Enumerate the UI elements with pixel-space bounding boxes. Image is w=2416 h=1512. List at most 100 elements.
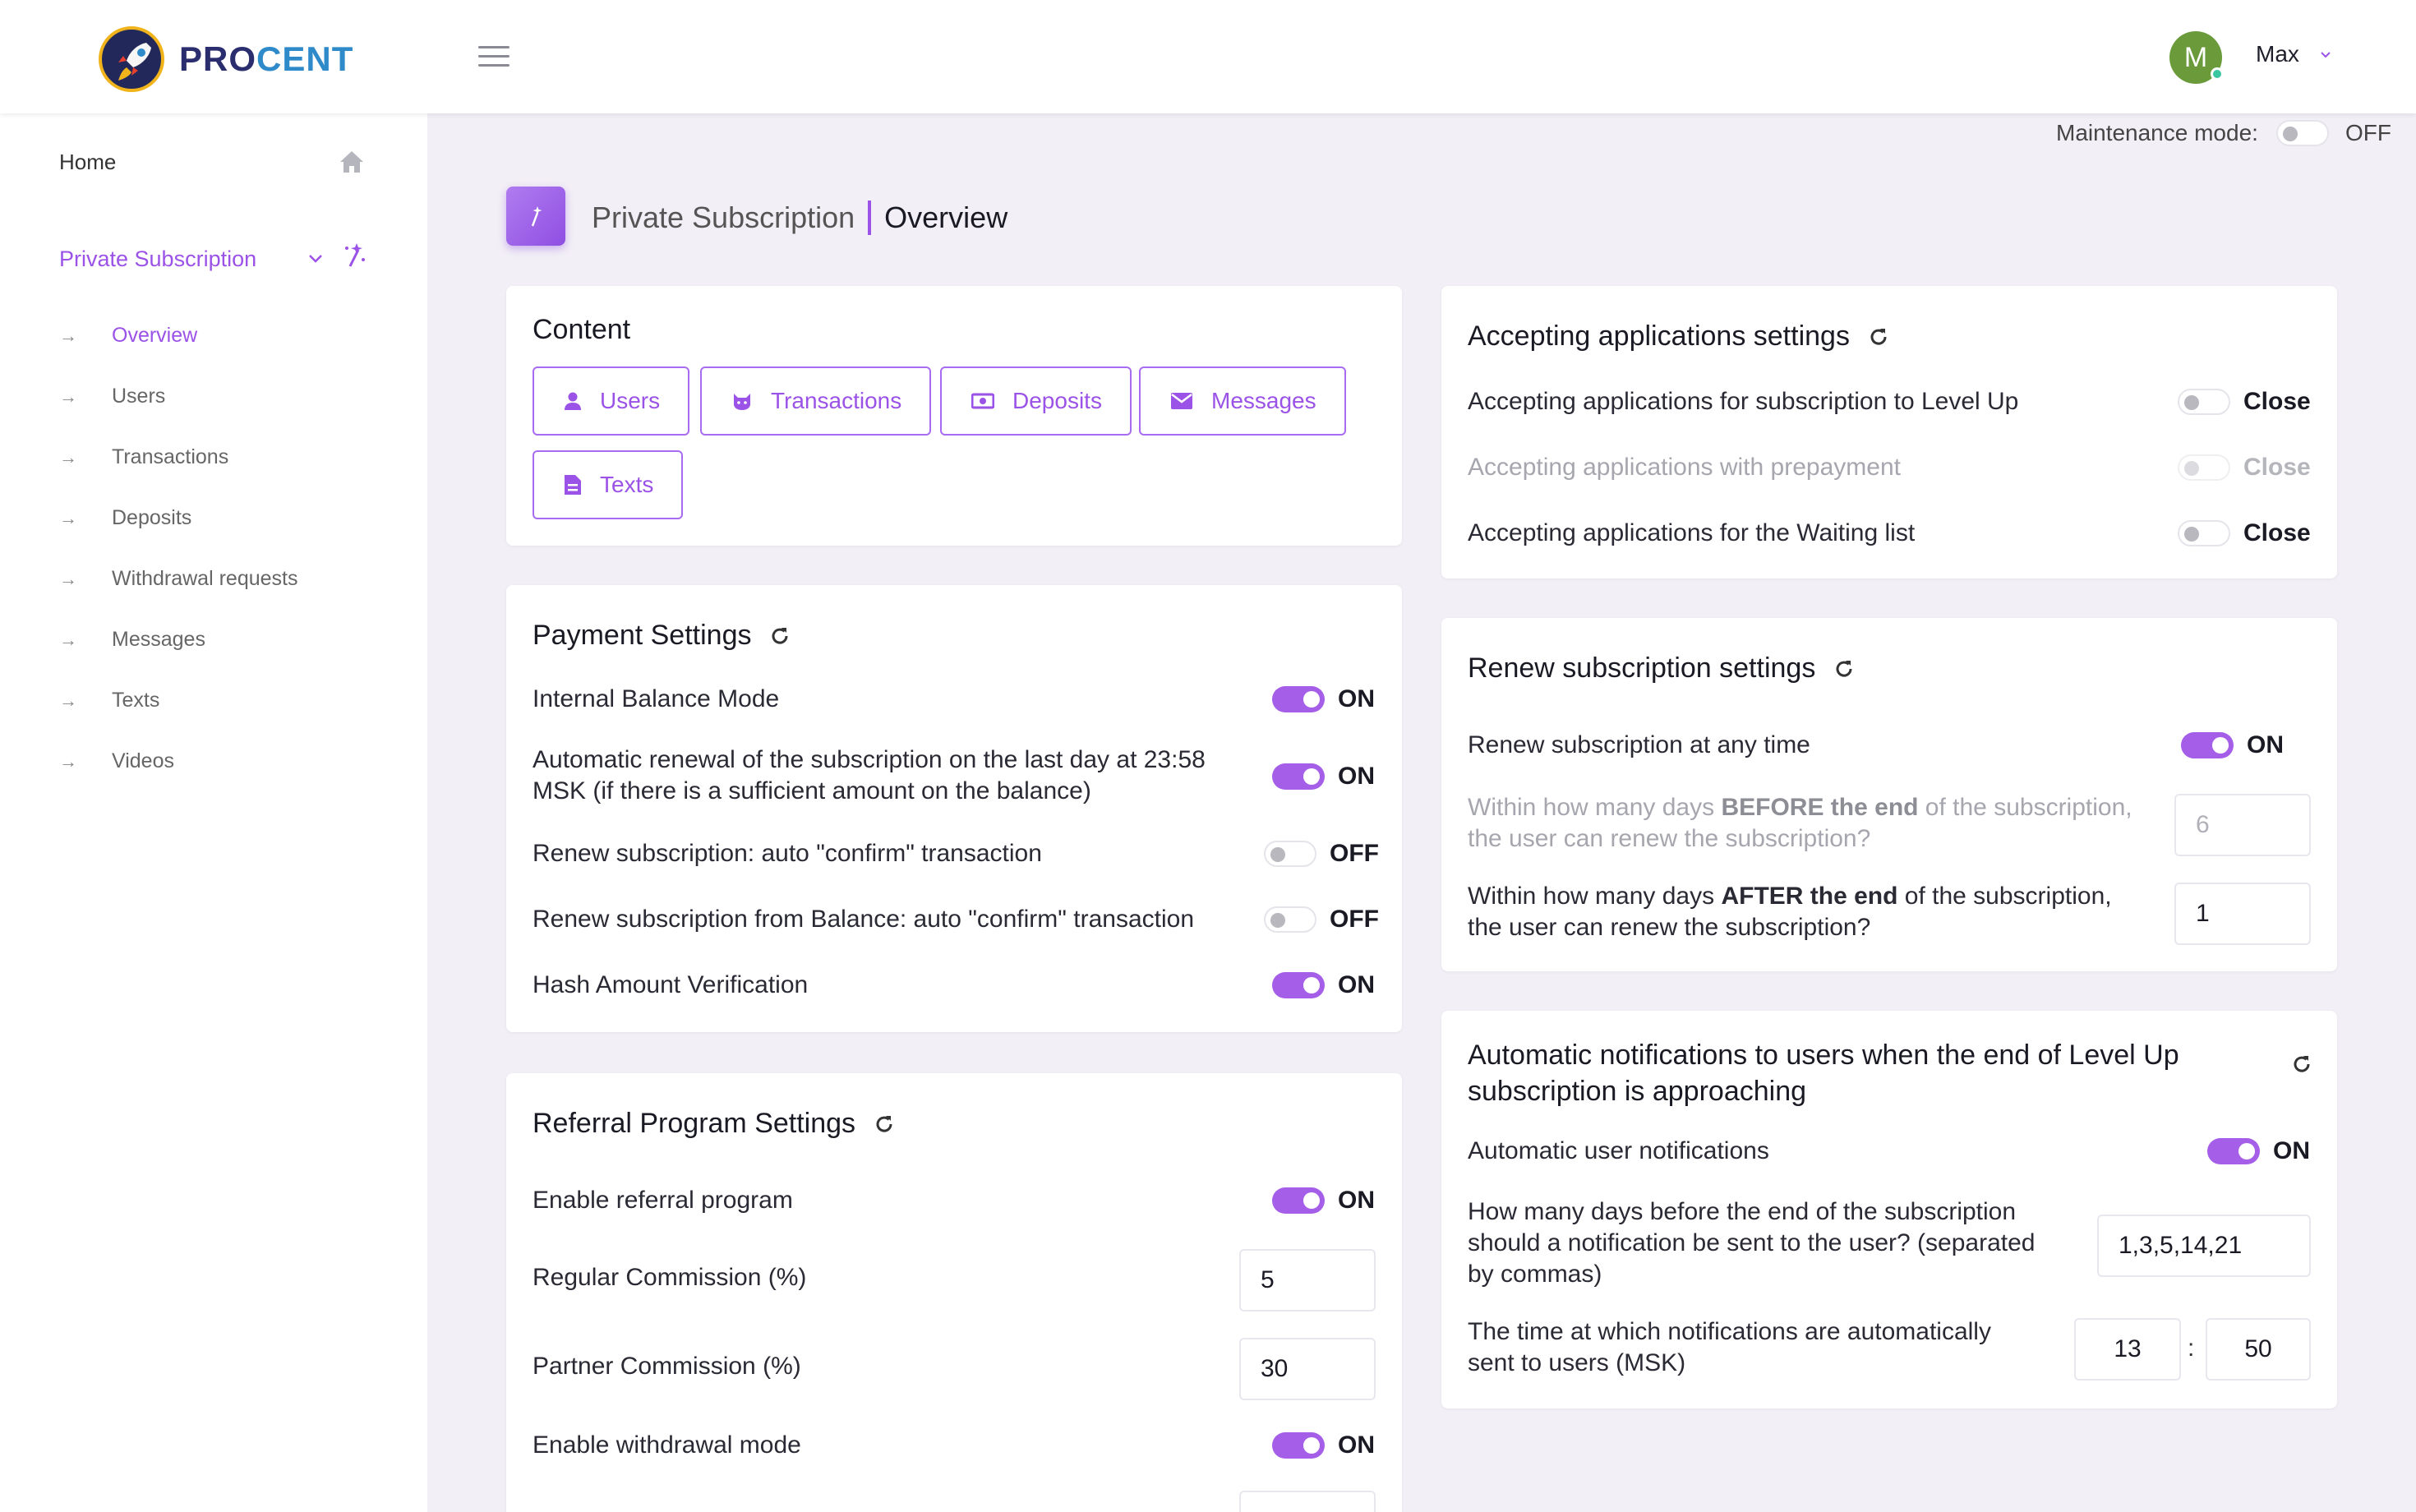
notification-days-label: How many days before the end of the subs… [1468, 1198, 2036, 1288]
auto-notifications-label: Automatic user notifications [1468, 1137, 1769, 1164]
arrow-right-icon: → [59, 750, 77, 772]
notification-days-input[interactable]: 1,3,5,14,21 [2097, 1215, 2311, 1277]
referral-settings-card: Referral Program Settings Enable referra… [506, 1073, 1402, 1512]
refresh-icon[interactable] [1868, 326, 1889, 348]
logo-text-pro: PRO [179, 39, 257, 78]
internal-balance-toggle[interactable] [1272, 686, 1325, 712]
sidebar-item-transactions[interactable]: → Transactions [59, 445, 228, 469]
hash-amount-toggle[interactable] [1272, 972, 1325, 998]
deposits-button[interactable]: Deposits [940, 366, 1132, 436]
texts-button[interactable]: Texts [533, 450, 684, 519]
accepting-applications-title: Accepting applications settings [1468, 320, 1889, 353]
refresh-icon[interactable] [2291, 1053, 2312, 1075]
enable-referral-setting: ON [1272, 1187, 1375, 1215]
sidebar-item-deposits[interactable]: → Deposits [59, 506, 191, 530]
internal-balance-setting: ON [1272, 685, 1375, 713]
arrow-right-icon: → [59, 385, 77, 407]
notification-time-label: The time at which notifications are auto… [1468, 1318, 1991, 1376]
maintenance-label: Maintenance mode: [2056, 120, 2258, 145]
cat-icon [734, 394, 750, 410]
partial-input[interactable] [1239, 1491, 1376, 1512]
arrow-right-icon: → [59, 689, 77, 711]
sidebar-item-withdrawal-requests[interactable]: → Withdrawal requests [59, 567, 297, 591]
time-separator: : [2188, 1335, 2195, 1362]
home-icon[interactable] [339, 150, 365, 174]
chevron-down-icon[interactable] [306, 248, 325, 268]
magic-wand-icon [345, 243, 365, 267]
balance-auto-confirm-setting: OFF [1264, 906, 1379, 933]
accept-prepayment-setting: Close [2178, 454, 2311, 482]
auto-confirm-toggle[interactable] [1264, 841, 1316, 867]
withdrawal-mode-toggle[interactable] [1272, 1432, 1325, 1459]
internal-balance-label: Internal Balance Mode [533, 685, 780, 712]
auto-notifications-toggle[interactable] [2207, 1138, 2260, 1164]
payment-settings-card: Payment Settings Internal Balance Mode O… [506, 585, 1402, 1032]
renew-before-label: Within how many days BEFORE the end of t… [1468, 794, 2132, 852]
sidebar-item-messages[interactable]: → Messages [59, 628, 205, 652]
maintenance-toggle[interactable] [2275, 120, 2329, 146]
notification-hour-input[interactable]: 13 [2074, 1318, 2181, 1381]
partner-commission-input[interactable]: 30 [1239, 1338, 1376, 1400]
logo-text-cent: CENT [256, 39, 354, 78]
renew-subscription-title: Renew subscription settings [1468, 652, 1855, 685]
balance-auto-confirm-label: Renew subscription from Balance: auto "c… [533, 906, 1195, 933]
money-icon [971, 393, 994, 409]
payment-settings-title: Payment Settings [533, 620, 791, 652]
rocket-icon [99, 26, 164, 92]
refresh-icon[interactable] [1833, 658, 1855, 680]
refresh-icon[interactable] [769, 625, 791, 647]
transactions-button[interactable]: Transactions [700, 366, 932, 436]
chevron-down-icon[interactable] [2317, 46, 2334, 62]
auto-renewal-setting: ON [1272, 763, 1375, 791]
withdrawal-mode-setting: ON [1272, 1431, 1375, 1459]
arrow-right-icon: → [59, 629, 77, 650]
balance-auto-confirm-toggle[interactable] [1264, 906, 1316, 933]
regular-commission-label: Regular Commission (%) [533, 1264, 807, 1291]
auto-renewal-label: Automatic renewal of the subscription on… [533, 746, 1206, 804]
auto-renewal-toggle[interactable] [1272, 763, 1325, 790]
accept-level-up-toggle[interactable] [2178, 389, 2230, 415]
user-name[interactable]: Max [2256, 41, 2299, 67]
accept-prepayment-toggle[interactable] [2178, 454, 2230, 481]
maintenance-state: OFF [2345, 120, 2391, 145]
sidebar-item-videos[interactable]: → Videos [59, 749, 174, 773]
renew-before-input[interactable]: 6 [2174, 794, 2311, 856]
sidebar-item-overview[interactable]: → Overview [59, 324, 197, 348]
content-title: Content [533, 314, 631, 345]
notifications-card: Automatic notifications to users when th… [1441, 1011, 2337, 1408]
renew-anytime-toggle[interactable] [2181, 732, 2234, 758]
enable-referral-toggle[interactable] [1272, 1187, 1325, 1214]
mail-icon [1171, 393, 1192, 409]
sidebar-item-users[interactable]: → Users [59, 385, 165, 408]
menu-icon[interactable] [478, 46, 509, 69]
referral-settings-title: Referral Program Settings [533, 1108, 895, 1140]
accepting-applications-card: Accepting applications settings Acceptin… [1441, 286, 2337, 579]
page-title: Private Subscription Overview [592, 201, 1007, 235]
users-button[interactable]: Users [533, 366, 690, 436]
regular-commission-input[interactable]: 5 [1239, 1249, 1376, 1311]
hash-amount-setting: ON [1272, 971, 1375, 999]
sidebar-item-home[interactable]: Home [59, 150, 116, 175]
accept-waiting-list-toggle[interactable] [2178, 520, 2230, 546]
sidebar-section-private-subscription[interactable]: Private Subscription [59, 247, 256, 272]
enable-referral-label: Enable referral program [533, 1187, 793, 1214]
accept-waiting-list-label: Accepting applications for the Waiting l… [1468, 519, 1916, 546]
refresh-icon[interactable] [874, 1113, 895, 1135]
accept-prepayment-label: Accepting applications with prepayment [1468, 454, 1901, 481]
hash-amount-label: Hash Amount Verification [533, 971, 809, 998]
app-logo[interactable]: PROCENT [99, 26, 353, 92]
renew-after-input[interactable]: 1 [2174, 883, 2311, 945]
auto-notifications-setting: ON [2207, 1137, 2310, 1165]
notifications-title: Automatic notifications to users when th… [1468, 1040, 2179, 1107]
renew-anytime-setting: ON [2181, 731, 2284, 759]
avatar[interactable]: M [2169, 31, 2224, 84]
page-title-section[interactable]: Private Subscription [592, 201, 855, 235]
notification-minute-input[interactable]: 50 [2206, 1318, 2311, 1381]
partner-commission-label: Partner Commission (%) [533, 1353, 801, 1380]
messages-button[interactable]: Messages [1139, 366, 1346, 436]
auto-confirm-label: Renew subscription: auto "confirm" trans… [533, 840, 1042, 867]
maintenance-mode: Maintenance mode: OFF [2056, 120, 2391, 146]
accept-level-up-setting: Close [2178, 388, 2311, 416]
sidebar-item-texts[interactable]: → Texts [59, 689, 159, 712]
auto-confirm-setting: OFF [1264, 840, 1379, 868]
